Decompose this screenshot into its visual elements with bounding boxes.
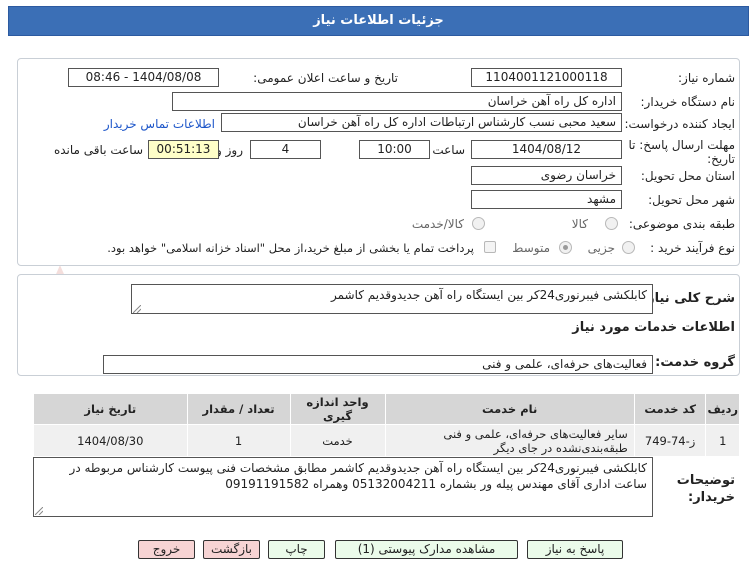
deadline-date-field: 1404/08/12 — [471, 140, 622, 159]
days-label: روز و — [216, 143, 243, 157]
table-row: 1 ز-74-749 سایر فعالیت‌های حرفه‌ای، علمی… — [33, 424, 740, 457]
back-button[interactable]: بازگشت — [203, 540, 260, 559]
buyer-org-field: اداره کل راه آهن خراسان — [172, 92, 622, 111]
services-table: ردیف کد خدمت نام خدمت واحد اندازه گیری ت… — [33, 393, 740, 457]
time-label: ساعت — [432, 143, 465, 157]
buyer-notes-label-2: خریدار: — [688, 490, 735, 505]
treasury-payment-checkbox[interactable] — [484, 241, 496, 253]
table-header-row: ردیف کد خدمت نام خدمت واحد اندازه گیری ت… — [33, 393, 740, 425]
col-header-row-number: ردیف — [705, 393, 740, 425]
requester-label: ایجاد کننده درخواست: — [624, 117, 735, 131]
category-radio-goods[interactable] — [605, 217, 618, 230]
cell-service-code: ز-74-749 — [633, 424, 707, 457]
purchase-type-option-minor: جزیی — [587, 241, 615, 255]
cell-row-number: 1 — [705, 424, 740, 457]
exit-button[interactable]: خروج — [138, 540, 195, 559]
buyer-contact-link[interactable]: اطلاعات تماس خریدار — [104, 117, 215, 131]
summary-label: شرح کلی نیاز: — [641, 291, 735, 306]
cell-quantity: 1 — [186, 424, 291, 457]
service-group-label: گروه خدمت: — [655, 355, 735, 370]
category-radio-goods-service[interactable] — [472, 217, 485, 230]
col-header-unit: واحد اندازه گیری — [289, 393, 386, 425]
service-group-field: فعالیت‌های حرفه‌ای، علمی و فنی — [103, 355, 653, 374]
attachments-button[interactable]: مشاهده مدارک پیوستی (1) — [335, 540, 518, 559]
summary-field: کابلکشی فیبرنوری24کر بین ایستگاه راه آهن… — [131, 284, 653, 314]
province-field: خراسان رضوی — [471, 166, 622, 185]
print-button[interactable]: چاپ — [268, 540, 325, 559]
announce-label: تاریخ و ساعت اعلان عمومی: — [253, 71, 398, 85]
deadline-time-field: 10:00 — [359, 140, 430, 159]
cell-unit: خدمت — [289, 424, 386, 457]
city-field: مشهد — [471, 190, 622, 209]
resize-grip-icon[interactable] — [35, 507, 43, 515]
buyer-org-label: نام دستگاه خریدار: — [640, 95, 736, 109]
category-label: طبقه بندی موضوعی: — [628, 217, 735, 231]
purchase-type-radio-minor[interactable] — [622, 241, 635, 254]
category-option-goods-service: کالا/خدمت — [411, 217, 464, 231]
page-title: جزئیات اطلاعات نیاز — [8, 6, 749, 36]
remaining-time-field: 00:51:13 — [148, 140, 219, 159]
buyer-notes-field: کابلکشی فیبرنوری24کر بین ایستگاه راه آهن… — [33, 457, 653, 517]
category-option-goods: کالا — [571, 217, 588, 231]
cell-need-date: 1404/08/30 — [33, 424, 188, 457]
col-header-quantity: تعداد / مقدار — [186, 393, 291, 425]
col-header-service-name: نام خدمت — [384, 393, 635, 425]
need-number-field: 1104001121000118 — [471, 68, 622, 87]
services-section-title: اطلاعات خدمات مورد نیاز — [572, 320, 735, 335]
city-label: شهر محل تحویل: — [648, 193, 735, 207]
days-field: 4 — [250, 140, 321, 159]
announce-field: 1404/08/08 - 08:46 — [68, 68, 219, 87]
col-header-service-code: کد خدمت — [633, 393, 707, 425]
resize-grip-icon[interactable] — [133, 305, 141, 313]
payment-note: پرداخت تمام یا بخشی از مبلغ خرید،از محل … — [107, 241, 474, 255]
details-panel — [17, 58, 740, 266]
deadline-label-2: تاریخ: — [707, 152, 735, 166]
buyer-notes-label: توضیحات — [676, 473, 735, 488]
province-label: استان محل تحویل: — [640, 169, 735, 183]
purchase-type-option-medium: متوسط — [512, 241, 550, 255]
remaining-label: ساعت باقی مانده — [53, 143, 143, 157]
requester-field: سعید محبی نسب کارشناس ارتباطات اداره کل … — [221, 113, 622, 132]
need-number-label: شماره نیاز: — [678, 71, 735, 85]
purchase-type-radio-medium[interactable] — [559, 241, 572, 254]
col-header-need-date: تاریخ نیاز — [33, 393, 188, 425]
cell-service-name: سایر فعالیت‌های حرفه‌ای، علمی و فنی طبقه… — [384, 424, 635, 457]
purchase-type-label: نوع فرآیند خرید : — [650, 241, 735, 255]
deadline-label: مهلت ارسال پاسخ: تا — [628, 138, 735, 152]
reply-button[interactable]: پاسخ به نیاز — [527, 540, 623, 559]
